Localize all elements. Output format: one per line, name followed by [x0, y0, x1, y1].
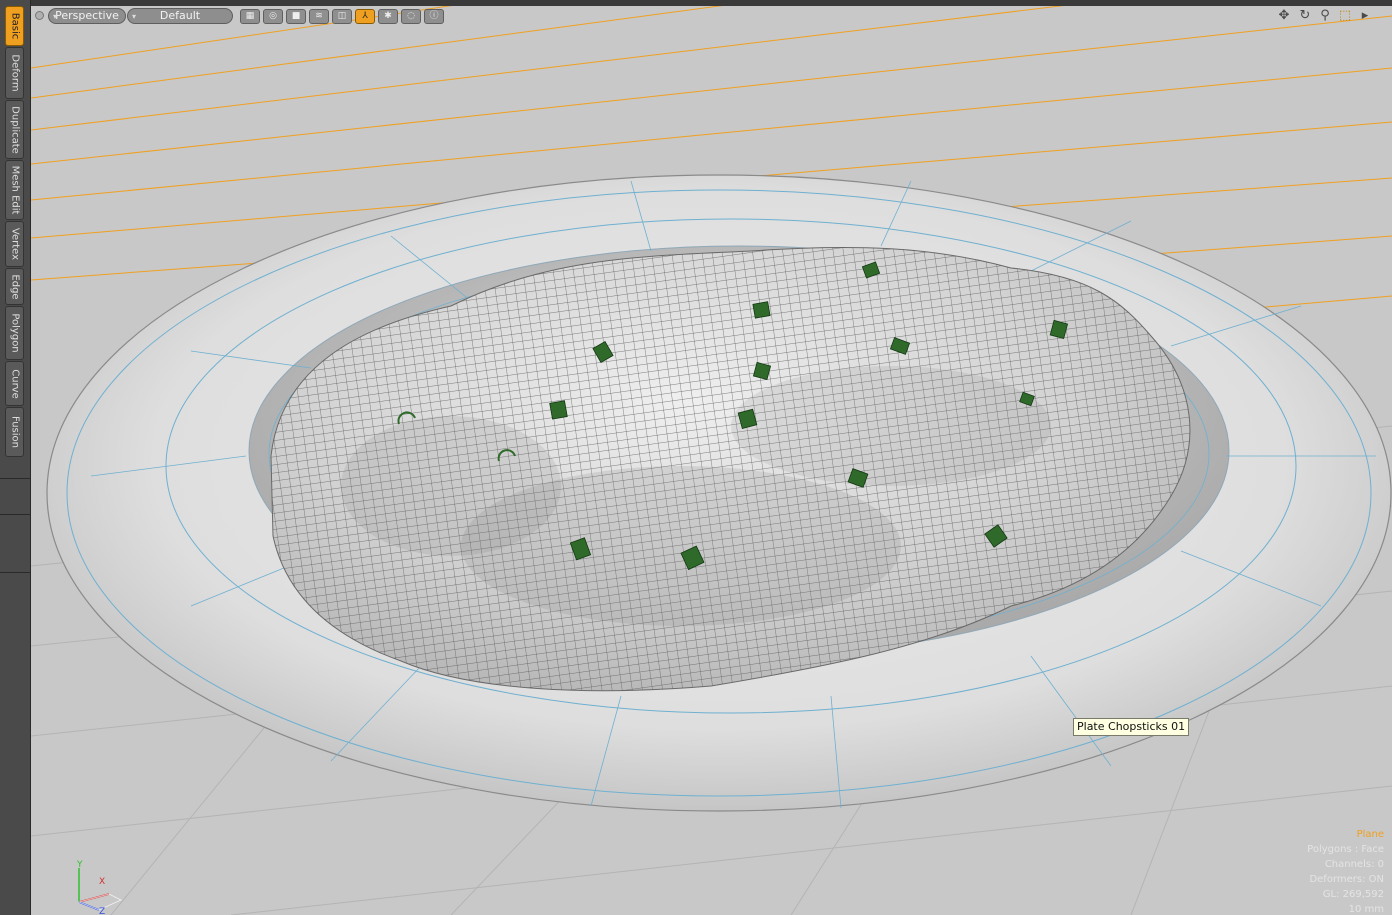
sidebar-divider — [0, 514, 30, 515]
gl-count-label: GL: 269,592 — [1322, 889, 1384, 900]
sidebar-divider — [0, 478, 30, 479]
x-axis-label: X — [99, 877, 105, 887]
curve-icon[interactable]: ◌ — [401, 9, 421, 24]
tab-vertex[interactable]: Vertex — [5, 221, 24, 267]
selected-item-label: Plane — [1356, 829, 1384, 840]
channels-label: Channels: 0 — [1324, 859, 1384, 870]
viewport-menu-dot[interactable] — [35, 11, 44, 20]
maximize-icon[interactable]: ▸ — [1357, 8, 1373, 24]
shading-style-dropdown[interactable]: ▾ Default — [127, 8, 233, 24]
3d-viewport[interactable]: Plate Chopsticks 01 Plane Polygons : Fac… — [31, 6, 1392, 915]
z-axis-label: Z — [99, 907, 105, 914]
grid-size-label: 10 mm — [1348, 904, 1384, 915]
vertex-icon[interactable]: ✱ — [378, 9, 398, 24]
chevron-down-icon: ▾ — [132, 12, 137, 21]
overlay-icon[interactable]: ◫ — [332, 9, 352, 24]
tab-polygon[interactable]: Polygon — [5, 306, 24, 360]
view-mode-dropdown[interactable]: ▾ Perspective — [48, 8, 126, 24]
zoom-icon[interactable]: ⚲ — [1317, 8, 1333, 24]
axis-gizmo: Y X Z — [76, 860, 122, 914]
mesh-icon[interactable]: ≋ — [309, 9, 329, 24]
rotate-icon[interactable]: ↻ — [1297, 8, 1313, 24]
tab-basic[interactable]: Basic — [5, 6, 24, 46]
selection-mode-label: Polygons : Face — [1307, 844, 1384, 855]
tab-deform[interactable]: Deform — [5, 47, 24, 99]
fit-icon[interactable]: ⬚ — [1337, 8, 1353, 24]
viewport-toolbar: ▾ Perspective ▾ Default ▦ ◎ ■ ≋ ◫ ⅄ ✱ ◌ … — [31, 6, 1392, 26]
viewport-scene[interactable] — [31, 6, 1392, 915]
move-gizmo-icon[interactable]: ⅄ — [355, 9, 375, 24]
cube-icon[interactable]: ■ — [286, 9, 306, 24]
sidebar-divider — [0, 572, 30, 573]
pan-icon[interactable]: ✥ — [1276, 8, 1292, 24]
tool-tab-sidebar: Basic Deform Duplicate Mesh Edit Vertex … — [0, 0, 31, 915]
chevron-down-icon: ▾ — [53, 12, 58, 21]
ghost-icon[interactable]: ⓘ — [424, 9, 444, 24]
deformers-label: Deformers: ON — [1309, 874, 1384, 885]
tab-fusion[interactable]: Fusion — [5, 407, 24, 457]
tab-duplicate[interactable]: Duplicate — [5, 100, 24, 159]
y-axis-label: Y — [76, 860, 83, 870]
item-tooltip: Plate Chopsticks 01 — [1073, 718, 1190, 736]
tab-mesh-edit[interactable]: Mesh Edit — [5, 160, 24, 220]
wire-pattern-icon[interactable]: ◎ — [263, 9, 283, 24]
tab-curve[interactable]: Curve — [5, 361, 24, 406]
viewport-info-overlay: Plane Polygons : Face Channels: 0 Deform… — [1307, 827, 1384, 915]
checker-icon[interactable]: ▦ — [240, 9, 260, 24]
tab-edge[interactable]: Edge — [5, 268, 24, 305]
